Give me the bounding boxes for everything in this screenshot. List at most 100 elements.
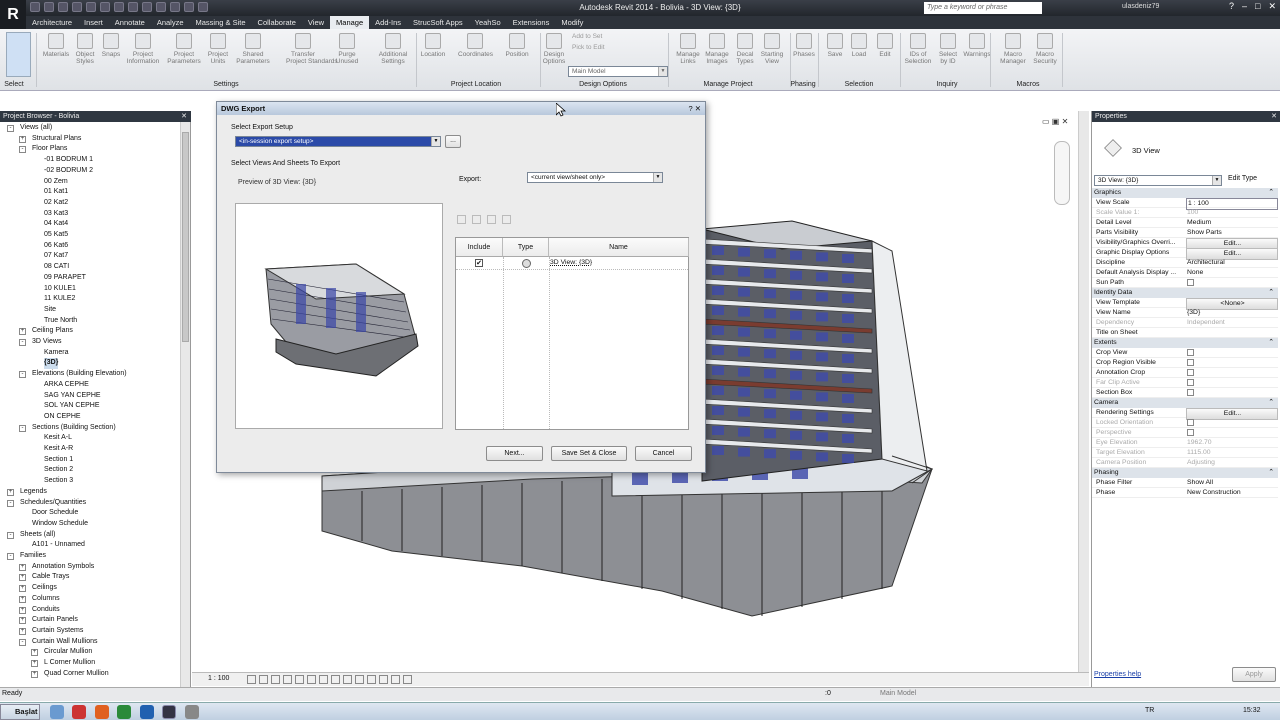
checkbox[interactable] bbox=[1187, 349, 1194, 356]
collapse-icon[interactable]: - bbox=[7, 125, 14, 132]
expand-icon[interactable]: + bbox=[19, 328, 26, 336]
location-button[interactable]: Location bbox=[416, 33, 450, 58]
property-row[interactable]: Default Analysis Display ... None bbox=[1092, 268, 1278, 278]
browser-item[interactable]: Annotation Symbols bbox=[32, 562, 94, 573]
expand-icon[interactable]: + bbox=[31, 670, 38, 678]
browser-item[interactable]: Structural Plans bbox=[32, 134, 81, 145]
browser-item[interactable]: SAG YAN CEPHE bbox=[44, 391, 101, 402]
browser-item[interactable]: Kesit A-L bbox=[44, 433, 72, 444]
property-row[interactable]: Crop Region Visible bbox=[1092, 358, 1278, 368]
browser-item[interactable]: Ceiling Plans bbox=[32, 326, 73, 337]
export-scope-dropdown[interactable]: <current view/sheet only> ▼ bbox=[527, 172, 663, 183]
browser-item[interactable]: Ceilings bbox=[32, 583, 57, 594]
browser-item[interactable]: Quad Corner Mullion bbox=[44, 669, 109, 680]
browser-item[interactable]: Legends bbox=[20, 487, 47, 498]
browser-item[interactable]: A101 - Unnamed bbox=[32, 540, 85, 551]
transfer-project-standards-button[interactable]: Transfer Project Standards bbox=[286, 33, 338, 65]
instance-selector[interactable]: 3D View: {3D} ▼ bbox=[1094, 175, 1222, 186]
col-type[interactable]: Type bbox=[503, 238, 549, 257]
property-value[interactable]: Show Parts bbox=[1186, 228, 1278, 238]
close-icon[interactable]: ? ✕ bbox=[688, 102, 701, 115]
checkbox[interactable] bbox=[1187, 419, 1194, 426]
browser-item[interactable]: Families bbox=[20, 551, 46, 562]
property-row[interactable]: Section Box bbox=[1092, 388, 1278, 398]
property-row[interactable]: Phase New Construction bbox=[1092, 488, 1278, 498]
next-button[interactable]: Next... bbox=[486, 446, 543, 461]
property-row[interactable]: Phase Filter Show All bbox=[1092, 478, 1278, 488]
browser-item[interactable]: Curtain Panels bbox=[32, 615, 78, 626]
project-information-button[interactable]: Project Information bbox=[126, 33, 160, 65]
property-value[interactable]: 1115.00 bbox=[1186, 448, 1278, 458]
modify-button[interactable] bbox=[6, 32, 31, 77]
collapse-icon[interactable]: - bbox=[19, 424, 26, 432]
maximize-icon[interactable]: □ bbox=[1255, 1, 1260, 12]
browser-item[interactable]: Elevations (Building Elevation) bbox=[32, 369, 127, 380]
view-control-icons[interactable] bbox=[247, 675, 412, 684]
property-row[interactable]: Annotation Crop bbox=[1092, 368, 1278, 378]
checkbox[interactable] bbox=[1187, 279, 1194, 286]
apply-button[interactable]: Apply bbox=[1232, 667, 1276, 682]
browser-item[interactable]: 3D Views bbox=[32, 337, 61, 348]
expand-icon[interactable]: + bbox=[19, 606, 26, 614]
property-value[interactable]: Medium bbox=[1186, 218, 1278, 228]
coordinates-button[interactable]: Coordinates bbox=[458, 33, 493, 58]
expand-icon[interactable]: + bbox=[19, 595, 26, 603]
type-selector[interactable]: 3D View bbox=[1096, 125, 1277, 171]
starting-view-button[interactable]: Starting View bbox=[755, 33, 789, 65]
property-value[interactable]: 100 bbox=[1186, 208, 1278, 218]
property-value[interactable]: Independent bbox=[1186, 318, 1278, 328]
checkbox[interactable] bbox=[1187, 369, 1194, 376]
browser-item[interactable]: True North bbox=[44, 316, 77, 327]
app-icon[interactable] bbox=[140, 705, 154, 719]
browser-item[interactable]: 10 KULE1 bbox=[44, 284, 76, 295]
browser-item[interactable]: Columns bbox=[32, 594, 60, 605]
col-include[interactable]: Include bbox=[456, 238, 503, 257]
macro-manager-button[interactable]: Macro Manager bbox=[996, 33, 1030, 65]
close-icon[interactable]: ✕ bbox=[1271, 111, 1277, 122]
browser-item[interactable]: Kesit A-R bbox=[44, 444, 73, 455]
navigation-bar[interactable] bbox=[1054, 141, 1070, 205]
browser-item[interactable]: Section 1 bbox=[44, 455, 73, 466]
collapse-icon[interactable]: ⌃ bbox=[1268, 338, 1274, 348]
property-row[interactable]: Locked Orientation bbox=[1092, 418, 1278, 428]
browser-item[interactable]: {3D} bbox=[44, 358, 59, 370]
property-row[interactable]: View Name {3D} bbox=[1092, 308, 1278, 318]
property-row[interactable]: Eye Elevation 1962.70 bbox=[1092, 438, 1278, 448]
browser-item[interactable]: Conduits bbox=[32, 605, 60, 616]
add-to-set-button[interactable]: Add to Set bbox=[572, 33, 602, 40]
collapse-icon[interactable]: - bbox=[7, 553, 14, 560]
collapse-icon[interactable]: - bbox=[19, 638, 26, 646]
close-icon[interactable]: ✕ bbox=[181, 111, 187, 122]
browser-item[interactable]: 09 PARAPET bbox=[44, 273, 86, 284]
tab-analyze[interactable]: Analyze bbox=[151, 16, 190, 29]
browser-item[interactable]: 02 Kat2 bbox=[44, 198, 68, 209]
properties-help-link[interactable]: Properties help bbox=[1094, 671, 1141, 678]
tab-extensions[interactable]: Extensions bbox=[507, 16, 556, 29]
expand-icon[interactable]: + bbox=[19, 627, 26, 635]
revit-logo-button[interactable]: R bbox=[0, 0, 26, 30]
browser-item[interactable]: 04 Kat4 bbox=[44, 219, 68, 230]
tab-modify[interactable]: Modify bbox=[555, 16, 589, 29]
project-units-button[interactable]: Project Units bbox=[201, 33, 235, 65]
property-group-header[interactable]: Extents ⌃ bbox=[1092, 338, 1278, 348]
browser-item[interactable]: 11 KULE2 bbox=[44, 294, 75, 305]
expand-icon[interactable]: + bbox=[19, 574, 26, 582]
browser-item[interactable]: Sheets (all) bbox=[20, 530, 55, 541]
design-options-button[interactable]: Design Options bbox=[537, 33, 571, 65]
tab-manage[interactable]: Manage bbox=[330, 16, 370, 29]
collapse-icon[interactable]: - bbox=[7, 531, 14, 539]
edit-type-button[interactable]: Edit Type bbox=[1228, 175, 1257, 182]
firefox-icon[interactable] bbox=[95, 705, 109, 719]
browser-item[interactable]: Curtain Systems bbox=[32, 626, 83, 637]
ids-of-selection-button[interactable]: IDs of Selection bbox=[901, 33, 935, 65]
property-row[interactable]: Scale Value 1: 100 bbox=[1092, 208, 1278, 218]
property-row[interactable]: Far Clip Active bbox=[1092, 378, 1278, 388]
table-row[interactable]: ✔ 3D View: {3D} bbox=[456, 257, 688, 270]
property-row[interactable]: Crop View bbox=[1092, 348, 1278, 358]
close-icon[interactable]: ✕ bbox=[1268, 1, 1276, 12]
browser-item[interactable]: SOL YAN CEPHE bbox=[44, 401, 100, 412]
checkbox[interactable] bbox=[1187, 429, 1194, 436]
property-row[interactable]: Camera Position Adjusting bbox=[1092, 458, 1278, 468]
browser-item[interactable]: 01 Kat1 bbox=[44, 187, 68, 198]
browser-item[interactable]: Window Schedule bbox=[32, 519, 88, 530]
